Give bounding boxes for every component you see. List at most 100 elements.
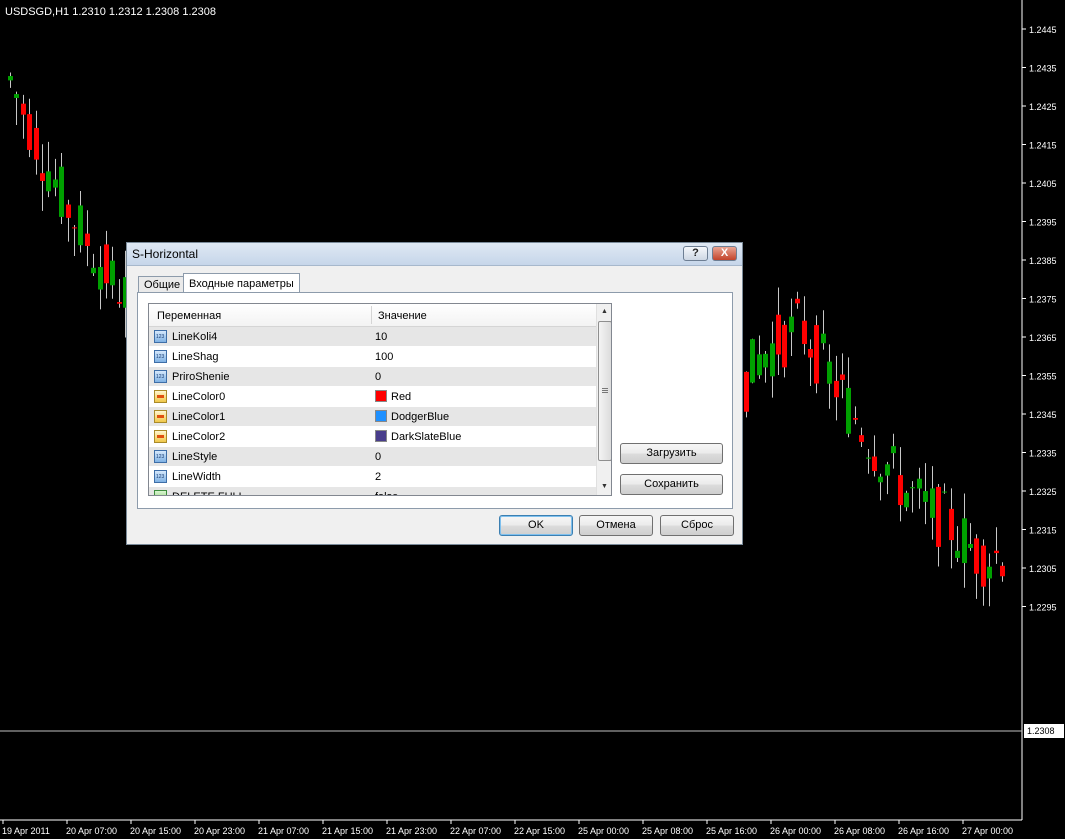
tab-common[interactable]: Общие xyxy=(138,276,187,293)
column-header-variable[interactable]: Переменная xyxy=(157,310,221,322)
time-tick-label: 25 Apr 00:00 xyxy=(578,826,629,836)
time-tick-label: 20 Apr 15:00 xyxy=(130,826,181,836)
bull-candle xyxy=(789,316,794,333)
param-value[interactable]: 2 xyxy=(375,471,381,483)
bull-candle xyxy=(846,387,851,434)
color-swatch[interactable] xyxy=(375,410,387,422)
bull-candle xyxy=(46,171,51,192)
bear-candle xyxy=(834,380,839,398)
bull-candle xyxy=(59,166,64,217)
chart-symbol-info: USDSGD,H1 1.2310 1.2312 1.2308 1.2308 xyxy=(5,6,216,18)
grid-scrollbar[interactable]: ▲ ▼ xyxy=(596,304,611,495)
price-tick-label: 1.2355 xyxy=(1029,372,1057,382)
color-icon xyxy=(154,410,167,423)
bull-candle xyxy=(962,518,967,564)
time-tick-label: 20 Apr 07:00 xyxy=(66,826,117,836)
param-value[interactable]: 100 xyxy=(375,351,393,363)
time-tick-label: 27 Apr 00:00 xyxy=(962,826,1013,836)
color-swatch[interactable] xyxy=(375,430,387,442)
param-value[interactable]: DodgerBlue xyxy=(391,411,449,423)
column-header-value[interactable]: Значение xyxy=(378,310,427,322)
dialog-titlebar[interactable]: S-Horizontal ? X xyxy=(127,243,742,266)
tab-panel-inputs: Переменная Значение LineKoli4 10 LineShag 1… xyxy=(137,292,733,509)
time-tick-label: 25 Apr 08:00 xyxy=(642,826,693,836)
param-name: LineShag xyxy=(172,351,219,363)
param-row[interactable]: DELETE FULL false xyxy=(149,487,596,495)
param-row[interactable]: LineKoli4 10 xyxy=(149,327,596,347)
param-value[interactable]: 0 xyxy=(375,371,381,383)
bear-candle xyxy=(936,486,941,547)
bear-candle xyxy=(72,227,77,229)
bear-candle xyxy=(853,417,858,420)
save-button[interactable]: Сохранить xyxy=(620,474,723,495)
price-tick-label: 1.2315 xyxy=(1029,526,1057,536)
param-row[interactable]: LineColor1 DodgerBlue xyxy=(149,407,596,427)
grip-icon xyxy=(602,388,608,389)
bear-candle xyxy=(782,324,787,368)
time-tick-label: 20 Apr 23:00 xyxy=(194,826,245,836)
load-button[interactable]: Загрузить xyxy=(620,443,723,464)
param-name: LineStyle xyxy=(172,451,218,463)
int-icon xyxy=(154,450,167,463)
bull-candle xyxy=(53,179,58,188)
param-row[interactable]: LineColor0 Red xyxy=(149,387,596,407)
param-value[interactable]: DarkSlateBlue xyxy=(391,431,461,443)
column-separator[interactable] xyxy=(371,306,372,324)
time-tick-label: 21 Apr 15:00 xyxy=(322,826,373,836)
price-tick-label: 1.2405 xyxy=(1029,179,1057,189)
param-name: LineKoli4 xyxy=(172,331,218,343)
bear-candle xyxy=(898,475,903,506)
price-axis: 1.2445 1.2435 1.2425 1.2415 1.2405 1.2395 1.23… xyxy=(1022,25,1057,613)
scroll-down-icon[interactable]: ▼ xyxy=(597,479,611,495)
scroll-thumb[interactable] xyxy=(598,321,611,461)
bear-candle xyxy=(21,103,26,115)
bear-candle xyxy=(776,314,781,355)
bull-candle xyxy=(878,476,883,483)
bear-candle xyxy=(1000,565,1005,577)
param-name: PriroShenie xyxy=(172,371,230,383)
param-name: LineColor1 xyxy=(172,411,226,423)
price-tick-label: 1.2435 xyxy=(1029,64,1057,74)
price-tick-label: 1.2365 xyxy=(1029,333,1057,343)
reset-button[interactable]: Сброс xyxy=(660,515,734,536)
param-name: LineWidth xyxy=(172,471,221,483)
bull-candle xyxy=(910,487,915,489)
param-value[interactable]: false xyxy=(375,491,398,495)
bear-candle xyxy=(117,302,122,304)
current-price-label: 1.2308 xyxy=(1027,726,1055,736)
time-tick-label: 26 Apr 16:00 xyxy=(898,826,949,836)
tab-input-parameters[interactable]: Входные параметры xyxy=(183,273,300,294)
time-tick-label: 21 Apr 23:00 xyxy=(386,826,437,836)
help-button[interactable]: ? xyxy=(683,246,708,261)
bear-candle xyxy=(872,456,877,472)
int-icon xyxy=(154,330,167,343)
color-swatch[interactable] xyxy=(375,390,387,402)
param-row[interactable]: PriroShenie 0 xyxy=(149,367,596,387)
bear-candle xyxy=(840,374,845,380)
param-name: DELETE FULL xyxy=(172,491,245,495)
bear-candle xyxy=(981,545,986,587)
param-value[interactable]: 10 xyxy=(375,331,387,343)
ok-button[interactable]: OK xyxy=(499,515,573,536)
cancel-button[interactable]: Отмена xyxy=(579,515,653,536)
param-row[interactable]: LineColor2 DarkSlateBlue xyxy=(149,427,596,447)
bull-candle xyxy=(14,94,19,98)
bull-candle xyxy=(955,550,960,558)
param-value[interactable]: 0 xyxy=(375,451,381,463)
param-row[interactable]: LineStyle 0 xyxy=(149,447,596,467)
price-tick-label: 1.2325 xyxy=(1029,487,1057,497)
param-value[interactable]: Red xyxy=(391,391,411,403)
bull-candle xyxy=(923,491,928,502)
int-icon xyxy=(154,370,167,383)
bull-candle xyxy=(757,354,762,376)
price-tick-label: 1.2445 xyxy=(1029,25,1057,35)
price-tick-label: 1.2415 xyxy=(1029,141,1057,151)
param-row[interactable]: LineShag 100 xyxy=(149,347,596,367)
close-button[interactable]: X xyxy=(712,246,737,261)
color-icon xyxy=(154,430,167,443)
price-tick-label: 1.2395 xyxy=(1029,218,1057,228)
int-icon xyxy=(154,470,167,483)
bull-candle xyxy=(827,361,832,384)
param-row[interactable]: LineWidth 2 xyxy=(149,467,596,487)
scroll-up-icon[interactable]: ▲ xyxy=(597,304,611,320)
